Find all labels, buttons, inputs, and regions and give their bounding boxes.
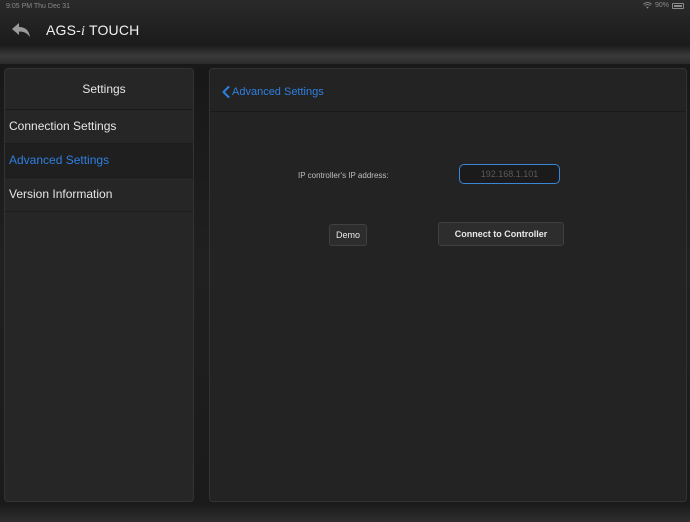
- bottom-edge: [0, 504, 690, 522]
- battery-icon: [672, 2, 684, 9]
- sidebar-item-advanced-settings[interactable]: Advanced Settings: [5, 144, 193, 178]
- nav-back-button[interactable]: Advanced Settings: [222, 86, 324, 98]
- app-header: AGS-i TOUCH: [0, 14, 690, 48]
- battery-percent: 90%: [654, 2, 669, 9]
- status-bar: 9:05 PM Thu Dec 31 90%: [0, 0, 690, 14]
- app-title: AGS-i TOUCH: [46, 22, 139, 40]
- detail-nav-bar: Advanced Settings: [210, 69, 686, 112]
- wifi-icon: [643, 2, 652, 9]
- chevron-left-icon: [222, 86, 230, 98]
- ip-address-label: IP controller's IP address:: [298, 171, 389, 180]
- demo-button[interactable]: Demo: [329, 224, 367, 246]
- app-title-suffix: TOUCH: [85, 22, 140, 38]
- app-screen: 9:05 PM Thu Dec 31 90% AGS-i TOUCH Setti…: [0, 0, 690, 522]
- ip-address-input[interactable]: [459, 164, 560, 184]
- sidebar-title: Settings: [5, 69, 193, 110]
- status-time: 9:05 PM Thu Dec 31: [6, 3, 71, 10]
- sidebar-item-connection-settings[interactable]: Connection Settings: [5, 110, 193, 144]
- back-arrow-icon[interactable]: [10, 20, 32, 40]
- settings-sidebar: Settings Connection Settings Advanced Se…: [4, 68, 194, 502]
- header-divider: [0, 46, 690, 64]
- connect-to-controller-button[interactable]: Connect to Controller: [438, 222, 564, 246]
- advanced-settings-panel: Advanced Settings IP controller's IP add…: [209, 68, 687, 502]
- sidebar-item-version-information[interactable]: Version Information: [5, 178, 193, 212]
- status-indicators: 90%: [643, 2, 684, 9]
- nav-back-label: Advanced Settings: [232, 86, 324, 98]
- app-title-prefix: AGS-: [46, 22, 82, 38]
